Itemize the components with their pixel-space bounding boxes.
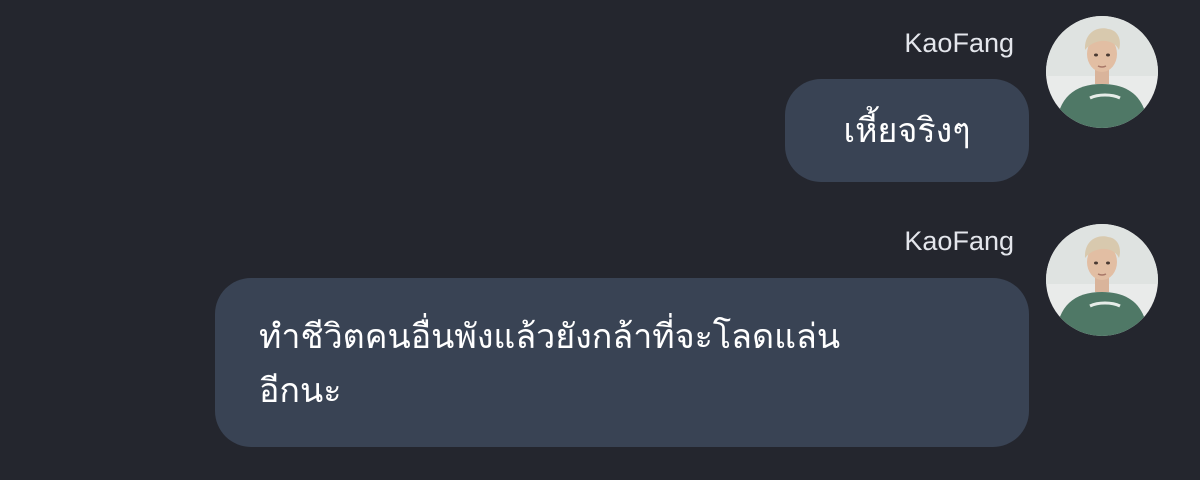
sender-avatar[interactable]	[1046, 224, 1158, 336]
sender-avatar[interactable]	[1046, 16, 1158, 128]
message-bubble[interactable]: ทำชีวิตคนอื่นพังแล้วยังกล้าที่จะโลดแล่น …	[215, 278, 1029, 447]
sender-name: KaoFang	[904, 226, 1014, 256]
avatar-image	[1046, 16, 1158, 128]
message-text: เหี้ยจริงๆ	[843, 110, 971, 151]
message-bubble[interactable]: เหี้ยจริงๆ	[785, 79, 1029, 182]
message-text-line-2: อีกนะ	[259, 371, 342, 411]
message-text-line-1: ทำชีวิตคนอื่นพังแล้วยังกล้าที่จะโลดแล่น	[259, 317, 841, 357]
sender-name: KaoFang	[904, 28, 1014, 58]
chat-thread: KaoFang เหี้ยจริงๆ KaoFang ทำชีวิตคนอื่น…	[0, 0, 1200, 480]
avatar-image	[1046, 224, 1158, 336]
